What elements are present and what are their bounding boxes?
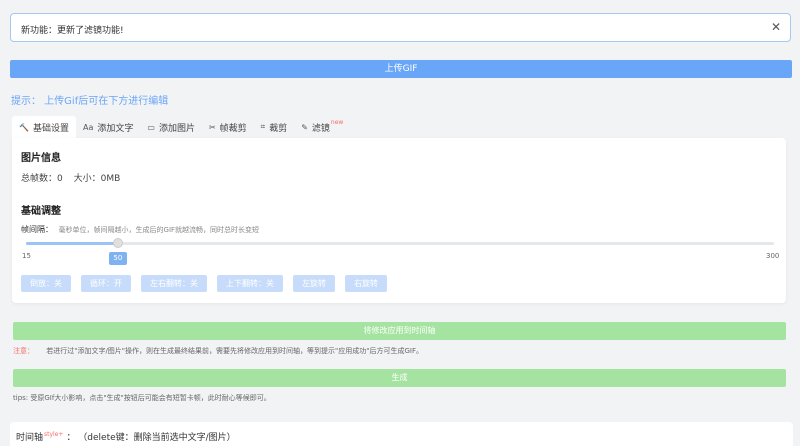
- timeline-header: 时间轴style+： （delete键：删除当前选中文字/图片）: [16, 430, 236, 443]
- wrench-icon: 🔨: [19, 122, 29, 132]
- image-icon: ▭: [147, 122, 155, 132]
- tab-label: 滤镜: [311, 123, 330, 134]
- tab-label: 帧裁剪: [219, 123, 247, 134]
- slider-fill: [26, 242, 118, 245]
- warning-text: 若进行过"添加文字/图片"操作，则在生成最终结果前，需要先将修改应用到时间轴，等…: [46, 347, 423, 355]
- reverse-button[interactable]: 倒放：关: [21, 275, 71, 292]
- frame-count: 总帧数：0: [21, 174, 63, 184]
- tab-crop[interactable]: ⌗ 裁剪: [254, 116, 295, 138]
- flip-vertical-button[interactable]: 上下翻转：关: [217, 275, 283, 292]
- tab-add-image[interactable]: ▭ 添加图片: [140, 116, 202, 138]
- timeline-hint: ： （delete键：删除当前选中文字/图片）: [66, 433, 236, 443]
- tab-add-text[interactable]: Aa 添加文字: [76, 116, 140, 138]
- slider-handle[interactable]: [112, 238, 123, 248]
- warning-label: 注意：: [13, 347, 34, 355]
- basic-adjust-title: 基础调整: [21, 206, 61, 217]
- tab-filter[interactable]: ✎ 滤镜 new: [294, 116, 350, 138]
- text-icon: Aa: [82, 122, 94, 132]
- magic-wand-icon: ✎: [301, 122, 308, 132]
- crop-icon: ⌗: [260, 122, 266, 131]
- slider-min-label: 15: [22, 252, 31, 260]
- tab-label: 添加文字: [97, 123, 134, 134]
- image-info-title: 图片信息: [21, 153, 61, 164]
- frame-interval-label: 帧间隔：: [21, 225, 53, 234]
- image-info: 总帧数：0 大小：0MB: [21, 171, 128, 184]
- tab-basic-settings[interactable]: 🔨 基础设置: [12, 116, 76, 138]
- loop-button[interactable]: 循环：开: [81, 275, 131, 292]
- rotate-right-button[interactable]: 右旋转: [345, 275, 387, 292]
- notice-alert: 新功能：更新了滤镜功能! ✕: [10, 13, 791, 42]
- close-icon[interactable]: ✕: [771, 20, 781, 34]
- rotate-left-button[interactable]: 左旋转: [293, 275, 335, 292]
- tab-label: 裁剪: [269, 123, 288, 134]
- editor-tabs: 🔨 基础设置 Aa 添加文字 ▭ 添加图片 ✂ 帧裁剪 ⌗ 裁剪 ✎ 滤镜 ne…: [12, 116, 350, 138]
- notice-text: 新功能：更新了滤镜功能!: [21, 26, 124, 36]
- new-badge: new: [330, 118, 344, 126]
- frame-interval-row: 帧间隔： 毫秒单位，帧间隔越小，生成后的GIF就越流畅，同时总时长变短: [21, 224, 259, 235]
- frame-interval-desc: 毫秒单位，帧间隔越小，生成后的GIF就越流畅，同时总时长变短: [58, 226, 260, 234]
- timeline-panel: 时间轴style+： （delete键：删除当前选中文字/图片）: [10, 422, 793, 446]
- scissors-icon: ✂: [208, 122, 216, 132]
- tips-text: tips: 受原GIf大小影响，点击"生成"按钮后可能会有短暂卡顿，此时耐心等候…: [13, 394, 271, 402]
- style-tag[interactable]: style+: [44, 431, 63, 438]
- upload-tip: 提示： 上传Gif后可在下方进行编辑: [11, 96, 169, 107]
- tab-frame-crop[interactable]: ✂ 帧裁剪: [202, 116, 254, 138]
- tab-label: 添加图片: [158, 123, 195, 134]
- settings-panel: 图片信息 总帧数：0 大小：0MB 基础调整 帧间隔： 毫秒单位，帧间隔越小，生…: [12, 138, 786, 303]
- warning-note: 注意： 若进行过"添加文字/图片"操作，则在生成最终结果前，需要先将修改应用到时…: [13, 346, 423, 356]
- tab-label: 基础设置: [32, 123, 69, 134]
- timeline-label: 时间轴: [16, 433, 44, 443]
- frame-interval-slider[interactable]: [26, 238, 774, 248]
- transform-controls: 倒放：关 循环：开 左右翻转：关 上下翻转：关 左旋转 右旋转: [21, 275, 387, 292]
- file-size: 大小：0MB: [73, 174, 121, 184]
- generate-button[interactable]: 生成: [13, 369, 786, 387]
- apply-to-timeline-button[interactable]: 将修改应用到时间轴: [13, 322, 786, 340]
- slider-value-label: 50: [108, 252, 127, 265]
- flip-horizontal-button[interactable]: 左右翻转：关: [141, 275, 207, 292]
- slider-max-label: 300: [766, 252, 780, 260]
- upload-gif-button[interactable]: 上传GIF: [10, 60, 792, 78]
